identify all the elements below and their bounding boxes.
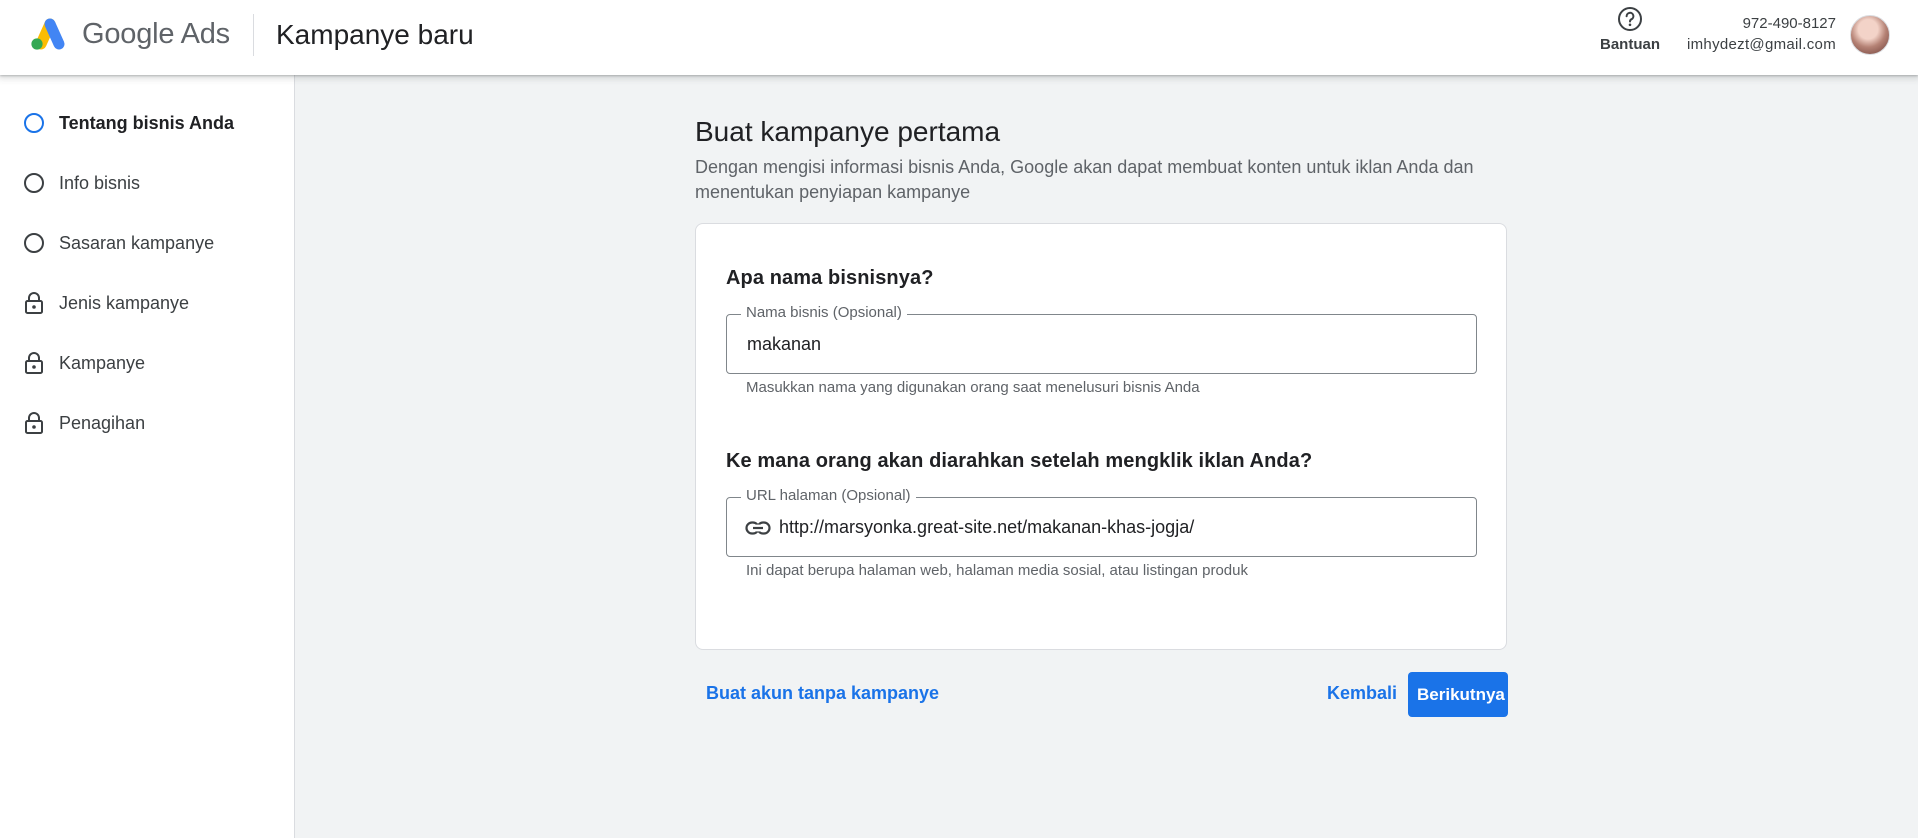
business-name-label: Nama bisnis (Opsional) bbox=[741, 304, 907, 321]
sidebar-step-label: Info bisnis bbox=[59, 172, 141, 193]
account-info[interactable]: 972-490-8127 imhydezt@gmail.com bbox=[1687, 15, 1836, 53]
url-input[interactable] bbox=[779, 510, 1459, 544]
avatar[interactable] bbox=[1850, 15, 1890, 55]
help-label: Bantuan bbox=[1600, 36, 1660, 53]
circle-outline-icon bbox=[22, 171, 46, 195]
lock-icon bbox=[22, 411, 46, 435]
brand-google: Google bbox=[82, 18, 175, 50]
url-question: Ke mana orang akan diarahkan setelah men… bbox=[726, 450, 1313, 472]
sidebar-step-penagihan: Penagihan bbox=[22, 408, 145, 438]
business-name-field[interactable]: Nama bisnis (Opsional) bbox=[726, 304, 1477, 374]
next-button[interactable]: Berikutnya bbox=[1408, 672, 1508, 717]
sidebar-step-info-bisnis[interactable]: Info bisnis bbox=[22, 168, 140, 198]
url-hint: Ini dapat berupa halaman web, halaman me… bbox=[746, 562, 1248, 579]
create-account-without-campaign-link[interactable]: Buat akun tanpa kampanye bbox=[706, 683, 939, 704]
sidebar-step-label: Kampanye bbox=[59, 352, 146, 373]
sidebar-step-label: Jenis kampanye bbox=[59, 292, 190, 313]
business-info-card: Apa nama bisnisnya? Nama bisnis (Opsiona… bbox=[695, 223, 1507, 650]
page-header-title: Kampanye baru bbox=[276, 19, 474, 50]
header-divider bbox=[253, 14, 254, 56]
back-button[interactable]: Kembali bbox=[1327, 683, 1397, 704]
business-name-input[interactable] bbox=[747, 327, 1447, 361]
page-title: Buat kampanye pertama bbox=[695, 116, 1001, 147]
account-email: imhydezt@gmail.com bbox=[1687, 36, 1836, 53]
sidebar-step-tentang-bisnis[interactable]: Tentang bisnis Anda bbox=[22, 108, 234, 138]
circle-outline-icon bbox=[22, 231, 46, 255]
sidebar-step-label: Tentang bisnis Anda bbox=[59, 112, 235, 133]
sidebar-step-sasaran-kampanye[interactable]: Sasaran kampanye bbox=[22, 228, 214, 258]
sidebar-step-label: Penagihan bbox=[59, 412, 146, 433]
help-button[interactable]: Bantuan bbox=[1595, 5, 1665, 57]
business-name-hint: Masukkan nama yang digunakan orang saat … bbox=[746, 379, 1200, 396]
google-ads-logo-icon[interactable] bbox=[28, 16, 68, 52]
sidebar-steps: Tentang bisnis Anda Info bisnis Sasaran … bbox=[0, 75, 295, 838]
business-name-question: Apa nama bisnisnya? bbox=[726, 267, 934, 289]
sidebar-step-label: Sasaran kampanye bbox=[59, 232, 215, 253]
brand-ads: Ads bbox=[180, 18, 231, 50]
lock-icon bbox=[22, 351, 46, 375]
url-label: URL halaman (Opsional) bbox=[741, 487, 916, 504]
account-phone: 972-490-8127 bbox=[1742, 15, 1836, 32]
circle-outline-icon bbox=[22, 111, 46, 135]
sidebar-step-kampanye: Kampanye bbox=[22, 348, 145, 378]
lock-icon bbox=[22, 291, 46, 315]
sidebar-step-jenis-kampanye: Jenis kampanye bbox=[22, 288, 189, 318]
page-description: Dengan mengisi informasi bisnis Anda, Go… bbox=[695, 157, 1474, 202]
brand-name: Google Ads bbox=[82, 18, 230, 51]
url-field[interactable]: URL halaman (Opsional) bbox=[726, 487, 1477, 557]
top-header: Google Ads Kampanye baru Bantuan 972-490… bbox=[0, 0, 1918, 75]
link-icon bbox=[745, 521, 771, 535]
help-icon bbox=[1618, 7, 1642, 31]
